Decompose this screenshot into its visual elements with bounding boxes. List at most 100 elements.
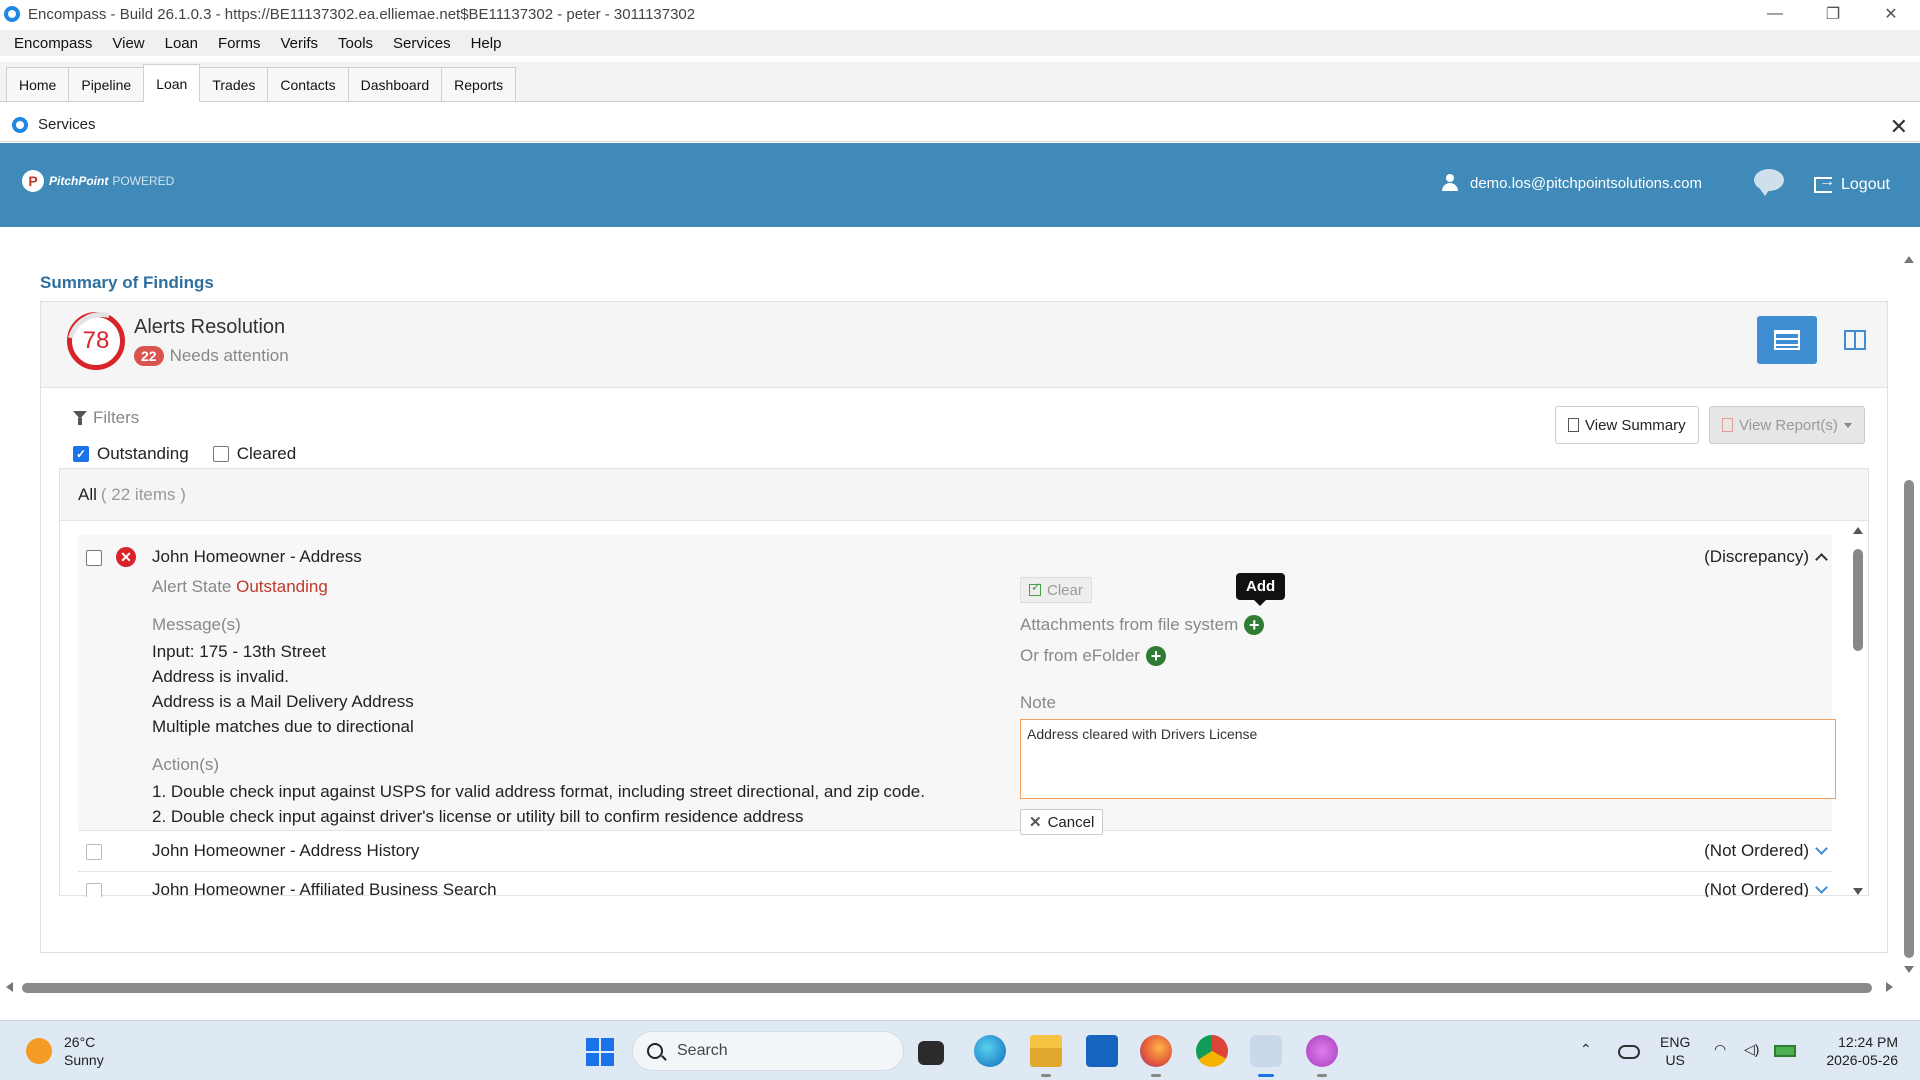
scroll-down-arrow-icon[interactable]: [1853, 888, 1863, 895]
list-scroll-thumb[interactable]: [1853, 549, 1863, 651]
menu-view[interactable]: View: [102, 35, 154, 52]
battery-icon[interactable]: [1774, 1045, 1796, 1057]
menu-verifs[interactable]: Verifs: [271, 35, 329, 52]
item-status-toggle[interactable]: (Not Ordered): [1704, 841, 1828, 861]
close-window-button[interactable]: ✕: [1862, 0, 1920, 28]
volume-icon[interactable]: ◁): [1744, 1041, 1759, 1058]
window-title-bar: Encompass - Build 26.1.0.3 - https://BE1…: [0, 0, 1920, 28]
user-icon: [1442, 174, 1458, 192]
services-close-button[interactable]: ✕: [1890, 114, 1908, 140]
show-hidden-icons-chevron-up-icon[interactable]: ⌃: [1580, 1041, 1592, 1058]
from-efolder: Or from eFolder +: [1020, 646, 1166, 666]
menu-help[interactable]: Help: [461, 35, 512, 52]
wifi-icon[interactable]: ◠: [1714, 1041, 1726, 1058]
scroll-up-arrow-icon[interactable]: [1853, 527, 1863, 534]
alerts-list-body: ✕ John Homeowner - Address (Discrepancy)…: [60, 521, 1868, 897]
page-scroll-up-icon[interactable]: [1904, 256, 1914, 263]
menu-tools[interactable]: Tools: [328, 35, 383, 52]
windows-start-icon[interactable]: [586, 1038, 614, 1066]
taskbar-search[interactable]: Search: [632, 1031, 904, 1071]
menu-services[interactable]: Services: [383, 35, 461, 52]
menu-forms[interactable]: Forms: [208, 35, 271, 52]
page-horizontal-scrollbar[interactable]: [0, 980, 1906, 996]
tab-trades[interactable]: Trades: [199, 67, 269, 101]
user-account[interactable]: demo.los@pitchpointsolutions.com: [1442, 174, 1702, 192]
search-icon: [647, 1043, 663, 1059]
caret-down-icon: [1843, 422, 1852, 428]
tab-contacts[interactable]: Contacts: [267, 67, 349, 101]
view-reports-button[interactable]: View Report(s): [1709, 406, 1865, 444]
outstanding-label[interactable]: Outstanding: [97, 444, 189, 464]
task-view-icon[interactable]: [918, 1041, 944, 1065]
input-language[interactable]: ENG US: [1660, 1033, 1690, 1069]
pitchpoint-banner: P PitchPoint POWERED demo.los@pitchpoint…: [0, 143, 1920, 227]
restore-button[interactable]: ❐: [1804, 0, 1862, 28]
error-icon: ✕: [116, 547, 136, 567]
page-vertical-scroll-thumb[interactable]: [1904, 480, 1914, 958]
minimize-button[interactable]: —: [1746, 0, 1804, 28]
file-explorer-icon[interactable]: [1030, 1035, 1062, 1077]
actions-list: 1. Double check input against USPS for v…: [152, 779, 925, 829]
outstanding-checkbox[interactable]: [73, 446, 89, 462]
alert-state-label: Alert State: [152, 577, 232, 596]
add-efolder-plus-icon[interactable]: +: [1145, 646, 1166, 666]
item-title[interactable]: John Homeowner - Address: [152, 547, 362, 567]
list-scrollbar[interactable]: [1852, 527, 1864, 895]
note-textarea[interactable]: Address cleared with Drivers License: [1020, 719, 1836, 799]
page-vertical-scrollbar[interactable]: [1902, 256, 1916, 976]
tab-loan[interactable]: Loan: [143, 64, 201, 102]
tab-reports[interactable]: Reports: [441, 67, 517, 101]
weather-widget[interactable]: 26°C Sunny: [26, 1033, 104, 1069]
microsoft-store-icon[interactable]: [1086, 1035, 1118, 1067]
clear-button[interactable]: Clear: [1020, 577, 1092, 603]
alert-state: Alert State Outstanding: [152, 577, 328, 597]
logout-button[interactable]: Logout: [1814, 173, 1890, 194]
weather-text: 26°C Sunny: [64, 1033, 104, 1069]
tab-pipeline[interactable]: Pipeline: [68, 67, 145, 101]
chat-icon[interactable]: [1754, 169, 1784, 196]
item-checkbox[interactable]: [86, 844, 102, 860]
tab-home[interactable]: Home: [6, 67, 70, 101]
page-scroll-right-icon[interactable]: [1886, 982, 1893, 992]
list-item: John Homeowner - Address History (Not Or…: [78, 832, 1832, 872]
menu-loan[interactable]: Loan: [155, 35, 208, 52]
item-status-toggle[interactable]: (Not Ordered): [1704, 880, 1828, 897]
filter-icon: [73, 411, 87, 425]
action-line: 1. Double check input against USPS for v…: [152, 782, 925, 801]
item-checkbox[interactable]: [86, 883, 102, 897]
menu-encompass[interactable]: Encompass: [4, 35, 102, 52]
page-scroll-left-icon[interactable]: [6, 982, 13, 992]
tab-dashboard[interactable]: Dashboard: [347, 67, 443, 101]
item-checkbox[interactable]: [86, 550, 102, 566]
window-controls: — ❐ ✕: [1746, 0, 1920, 28]
chrome-icon[interactable]: [1196, 1035, 1228, 1067]
note-label: Note: [1020, 693, 1056, 712]
page-scroll-down-icon[interactable]: [1904, 966, 1914, 973]
item-title[interactable]: John Homeowner - Address History: [152, 841, 419, 861]
add-tooltip: Add: [1236, 573, 1286, 606]
edge-browser-icon[interactable]: [974, 1035, 1006, 1067]
firefox-icon[interactable]: [1140, 1035, 1172, 1077]
messages-heading: Message(s): [152, 615, 241, 634]
cleared-checkbox[interactable]: [212, 446, 229, 462]
alerts-list-header: All ( 22 items ): [60, 469, 1868, 521]
add-attachment-plus-icon[interactable]: +: [1244, 615, 1265, 635]
message-line: Input: 175 - 13th Street: [152, 642, 326, 661]
item-checkbox-container: [86, 883, 102, 897]
taskbar-search-label: Search: [677, 1042, 728, 1059]
powered-label: POWERED: [112, 174, 175, 188]
snipping-tool-icon[interactable]: [1306, 1035, 1338, 1077]
item-status-toggle[interactable]: (Discrepancy): [1704, 547, 1828, 567]
module-tabs: Home Pipeline Loan Trades Contacts Dashb…: [0, 62, 1920, 102]
needs-attention-badge: 22: [134, 346, 164, 366]
system-clock[interactable]: 12:24 PM 2026-05-26: [1818, 1033, 1898, 1069]
split-view-button[interactable]: [1831, 316, 1879, 364]
item-title[interactable]: John Homeowner - Affiliated Business Sea…: [152, 880, 497, 897]
encompass-taskbar-icon[interactable]: [1250, 1035, 1282, 1077]
page-horizontal-scroll-thumb[interactable]: [22, 983, 1872, 993]
onedrive-cloud-icon[interactable]: [1618, 1045, 1640, 1059]
list-view-button[interactable]: [1757, 316, 1817, 364]
cleared-label[interactable]: Cleared: [237, 444, 297, 464]
list-item: John Homeowner - Affiliated Business Sea…: [78, 873, 1832, 897]
view-summary-button[interactable]: View Summary: [1555, 406, 1699, 444]
